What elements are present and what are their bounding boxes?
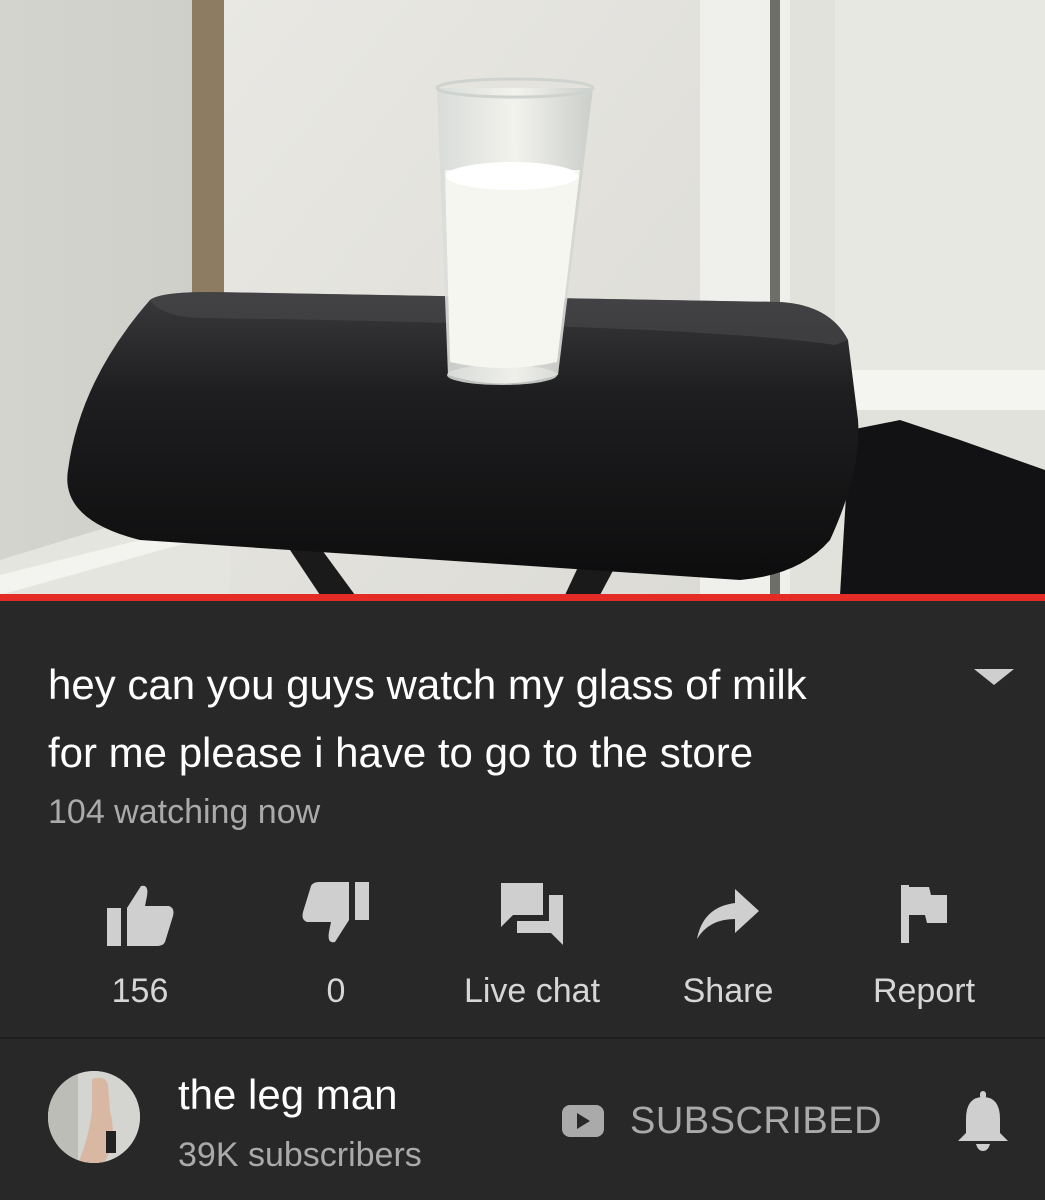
thumbs-up-icon bbox=[105, 875, 175, 952]
live-chat-label: Live chat bbox=[463, 972, 601, 1010]
channel-name[interactable]: the leg man bbox=[178, 1071, 397, 1119]
share-icon bbox=[695, 875, 761, 952]
video-title-line1: hey can you guys watch my glass of milk bbox=[48, 661, 807, 708]
subscribed-button[interactable]: SUBSCRIBED bbox=[562, 1099, 883, 1142]
flag-icon bbox=[899, 875, 949, 952]
channel-avatar[interactable] bbox=[48, 1071, 140, 1163]
report-button[interactable]: Report bbox=[824, 861, 1024, 1011]
like-button[interactable]: 156 bbox=[40, 861, 240, 1011]
video-frame bbox=[0, 0, 1045, 595]
channel-row: the leg man 39K subscribers SUBSCRIBED bbox=[0, 1041, 1045, 1200]
like-count: 156 bbox=[111, 972, 169, 1010]
thumbs-down-icon bbox=[301, 875, 371, 952]
chat-icon bbox=[499, 875, 565, 952]
dislike-button[interactable]: 0 bbox=[236, 861, 436, 1011]
youtube-play-icon bbox=[562, 1105, 604, 1137]
progress-bar[interactable] bbox=[0, 594, 1045, 601]
viewer-count: 104 watching now bbox=[48, 793, 321, 831]
action-bar: 156 0 Live chat Share Report bbox=[0, 861, 1045, 1011]
divider bbox=[0, 1037, 1045, 1039]
report-label: Report bbox=[872, 972, 976, 1010]
video-player[interactable] bbox=[0, 0, 1045, 595]
expand-description-icon[interactable] bbox=[974, 669, 1014, 685]
subscriber-count: 39K subscribers bbox=[178, 1136, 422, 1174]
video-title: hey can you guys watch my glass of milk … bbox=[48, 651, 948, 787]
notification-bell-icon[interactable] bbox=[956, 1091, 1010, 1156]
video-title-line2: for me please i have to go to the store bbox=[48, 729, 754, 776]
subscribed-label: SUBSCRIBED bbox=[630, 1099, 883, 1142]
share-label: Share bbox=[682, 972, 774, 1010]
dislike-count: 0 bbox=[326, 972, 346, 1010]
live-chat-button[interactable]: Live chat bbox=[432, 861, 632, 1011]
video-info-panel: hey can you guys watch my glass of milk … bbox=[0, 601, 1045, 1200]
share-button[interactable]: Share bbox=[628, 861, 828, 1011]
progress-fill bbox=[0, 594, 1045, 601]
